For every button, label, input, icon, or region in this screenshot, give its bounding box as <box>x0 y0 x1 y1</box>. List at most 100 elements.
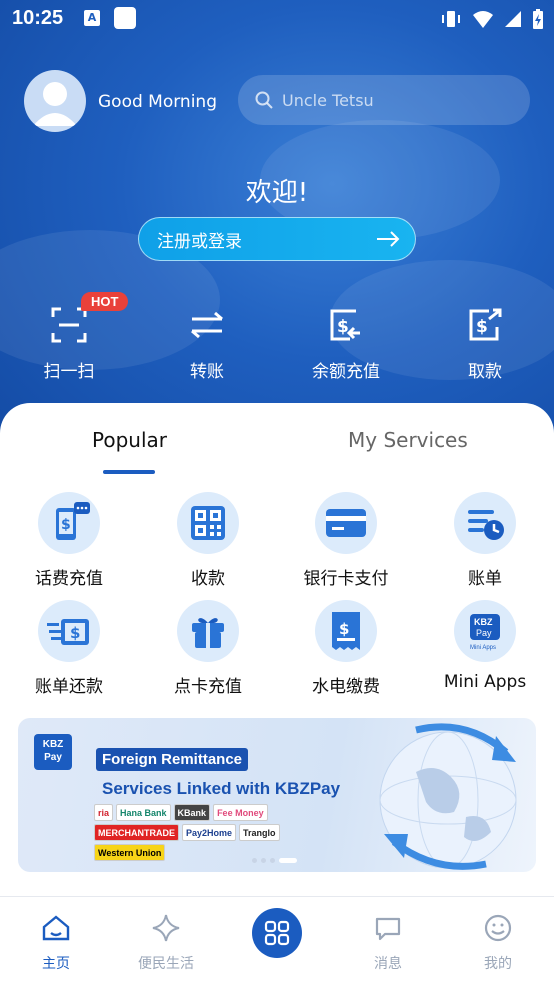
svg-text:$: $ <box>70 624 80 642</box>
arrow-right-icon <box>377 231 400 247</box>
service-label: 银行卡支付 <box>303 569 389 589</box>
quick-action-label: 取款 <box>468 362 502 382</box>
nav-home[interactable]: 主页 <box>16 913 96 973</box>
user-avatar-icon <box>33 82 77 126</box>
banner-pagination <box>252 858 297 863</box>
nav-label: 消息 <box>374 956 402 972</box>
transfer-icon <box>191 311 223 339</box>
svg-text:$: $ <box>476 317 488 337</box>
partner-logo: ria <box>94 804 114 821</box>
service-label: 收款 <box>191 569 225 589</box>
nav-messages[interactable]: 消息 <box>348 913 428 973</box>
quick-actions: 扫一扫 转账 $ 余额充值 $ 取款 <box>0 300 554 390</box>
status-bar: 10:25 A <box>0 0 554 40</box>
banner-title: Foreign Remittance <box>96 748 249 771</box>
service-label: 话费充值 <box>35 569 103 589</box>
service-label: 账单 <box>468 569 502 589</box>
tab-popular[interactable]: Popular <box>92 428 167 452</box>
service-label: 水电缴费 <box>312 677 380 697</box>
partner-logo: Pay2Home <box>182 824 237 841</box>
banner-subtitle: Services Linked with KBZPay <box>102 779 341 798</box>
pagination-dot-active[interactable] <box>279 858 297 863</box>
nav-label: 主页 <box>42 956 70 972</box>
service-bill-repay[interactable]: $ 账单还款 <box>0 600 138 697</box>
mini-apps-icon: KBZPay Mini Apps <box>470 614 500 651</box>
svg-text:Mini Apps: Mini Apps <box>470 645 496 651</box>
service-tabs: Popular My Services <box>0 426 554 476</box>
withdraw-icon: $ <box>469 308 502 341</box>
service-utilities[interactable]: $ 水电缴费 <box>277 600 415 697</box>
quick-action-scan[interactable]: 扫一扫 <box>14 300 124 382</box>
svg-text:$: $ <box>337 317 349 337</box>
partner-logo: Hana Bank <box>116 804 171 821</box>
register-login-label: 注册或登录 <box>157 231 242 252</box>
svg-text:$: $ <box>339 620 349 638</box>
nav-label: 便民生活 <box>138 956 194 972</box>
service-label: Mini Apps <box>443 672 527 692</box>
globe-illustration <box>379 723 517 870</box>
search-icon <box>255 91 273 109</box>
tab-active-indicator <box>103 470 155 474</box>
service-label: 点卡充值 <box>174 677 242 697</box>
nav-label: 我的 <box>484 956 512 972</box>
sparkle-icon <box>152 914 180 942</box>
avatar[interactable] <box>24 70 86 132</box>
home-icon <box>42 915 70 941</box>
partner-logo: Tranglo <box>239 824 280 841</box>
nav-center-apps-button[interactable] <box>252 908 302 958</box>
vibrate-icon <box>442 11 460 27</box>
kbzpay-logo-subtext: Pay <box>44 752 62 763</box>
notification-square-icon <box>114 7 136 29</box>
service-bank-card-pay[interactable]: 银行卡支付 <box>277 492 415 589</box>
service-card-topup[interactable]: 点卡充值 <box>139 600 277 697</box>
phone-topup-icon: $ <box>56 502 90 540</box>
quick-action-label: 转账 <box>190 362 224 382</box>
quick-action-label: 扫一扫 <box>43 362 95 382</box>
quick-action-top-up[interactable]: $ 余额充值 <box>291 300 401 382</box>
quick-action-transfer[interactable]: 转账 <box>152 300 262 382</box>
hot-badge: HOT <box>81 292 129 311</box>
remittance-banner[interactable]: KBZ Pay Foreign Remittance Services Link… <box>18 718 536 872</box>
nav-me[interactable]: 我的 <box>458 913 538 973</box>
partner-logo: KBank <box>173 804 211 821</box>
service-mini-apps[interactable]: KBZ Pay Mini Apps Mini Apps <box>416 600 554 692</box>
bill-clock-icon <box>468 510 504 540</box>
pagination-dot[interactable] <box>252 858 257 863</box>
bank-card-icon <box>326 509 366 537</box>
kbzpay-logo-text: KBZ <box>42 739 64 750</box>
smile-icon <box>484 914 512 942</box>
welcome-title: 欢迎! <box>245 178 309 208</box>
tab-my-services[interactable]: My Services <box>348 428 468 452</box>
cell-signal-icon <box>505 11 521 27</box>
service-receive[interactable]: 收款 <box>139 492 277 589</box>
status-time: 10:25 <box>12 7 64 29</box>
register-login-button[interactable]: 注册或登录 <box>138 217 416 261</box>
nav-services[interactable]: 便民生活 <box>126 913 206 973</box>
quick-action-withdraw[interactable]: $ 取款 <box>430 300 540 382</box>
gift-icon <box>192 618 224 648</box>
search-input[interactable]: Uncle Tetsu <box>238 75 530 125</box>
notification-a-icon: A <box>84 10 100 26</box>
greeting-text: Good Morning <box>98 92 217 112</box>
message-icon <box>375 917 401 941</box>
kbzpay-logo: KBZ Pay <box>34 734 72 770</box>
svg-text:KBZ: KBZ <box>474 617 493 627</box>
svg-text:Pay: Pay <box>476 628 492 638</box>
pagination-dot[interactable] <box>261 858 266 863</box>
wifi-icon <box>473 11 493 28</box>
top-up-icon: $ <box>330 309 360 341</box>
partner-logo: Fee Money <box>213 804 268 821</box>
battery-icon <box>533 9 543 29</box>
apps-grid-icon <box>264 920 290 946</box>
service-bills[interactable]: 账单 <box>416 492 554 589</box>
search-placeholder: Uncle Tetsu <box>282 90 374 110</box>
partner-logo: MERCHANTRADE <box>94 824 179 841</box>
bill-repay-icon: $ <box>47 619 89 645</box>
quick-action-label: 余额充值 <box>312 362 380 382</box>
pagination-dot[interactable] <box>270 858 275 863</box>
utility-bill-icon: $ <box>332 612 360 650</box>
service-label: 账单还款 <box>35 677 103 697</box>
service-phone-topup[interactable]: $ 话费充值 <box>0 492 138 589</box>
partner-logos: ria Hana Bank KBank Fee Money MERCHANTRA… <box>94 804 324 861</box>
scan-icon <box>51 307 87 343</box>
